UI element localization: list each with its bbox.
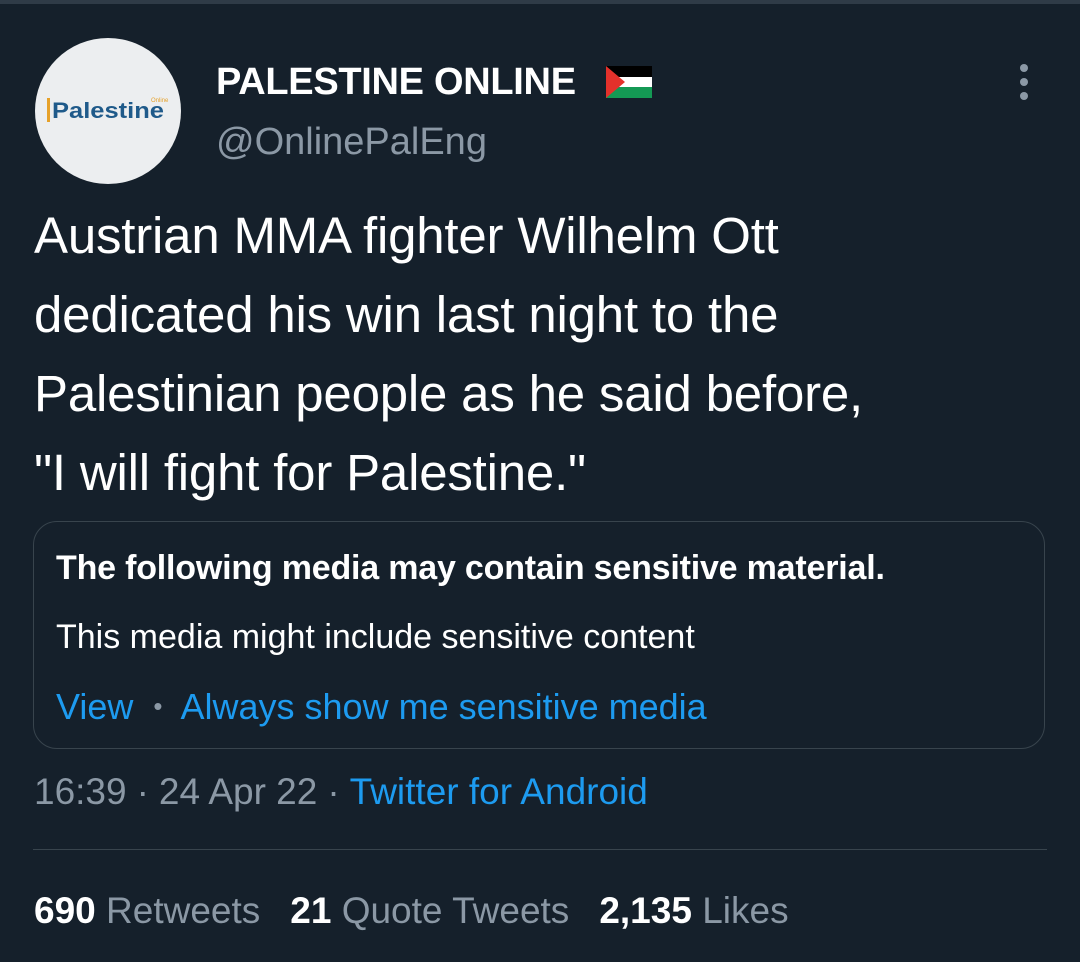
top-divider bbox=[0, 0, 1080, 4]
tweet-date[interactable]: 24 Apr 22 bbox=[159, 771, 317, 812]
likes-label: Likes bbox=[702, 890, 789, 931]
meta-separator: · bbox=[136, 771, 149, 812]
tweet-source-link[interactable]: Twitter for Android bbox=[350, 771, 648, 812]
more-icon-dot bbox=[1020, 78, 1028, 86]
sensitive-media-title: The following media may contain sensitiv… bbox=[56, 549, 885, 587]
author-display-name[interactable]: PALESTINE ONLINE bbox=[216, 60, 576, 104]
engagement-stats: 690 Retweets 21 Quote Tweets 2,135 Likes bbox=[34, 888, 819, 934]
tweet-time[interactable]: 16:39 bbox=[34, 771, 127, 812]
sensitive-media-actions: View • Always show me sensitive media bbox=[56, 685, 707, 728]
more-icon-dot bbox=[1020, 92, 1028, 100]
retweets-label: Retweets bbox=[106, 890, 261, 931]
avatar[interactable]: Online Palestine bbox=[35, 38, 181, 184]
palestine-online-logo: Online Palestine bbox=[47, 98, 169, 123]
quote-tweets-count: 21 bbox=[290, 890, 332, 931]
sensitive-media-description: This media might include sensitive conte… bbox=[56, 618, 695, 656]
more-options-button[interactable] bbox=[1006, 58, 1042, 106]
sensitive-media-card: The following media may contain sensitiv… bbox=[33, 521, 1045, 749]
tweet-meta: 16:39 · 24 Apr 22 · Twitter for Android bbox=[34, 770, 648, 814]
retweets-stat[interactable]: 690 Retweets bbox=[34, 888, 260, 934]
view-media-link[interactable]: View bbox=[56, 686, 133, 727]
quote-tweets-label: Quote Tweets bbox=[341, 890, 570, 931]
stats-divider bbox=[33, 849, 1047, 850]
palestine-flag-icon bbox=[606, 66, 652, 98]
quote-tweets-stat[interactable]: 21 Quote Tweets bbox=[290, 888, 569, 934]
meta-separator: · bbox=[327, 771, 340, 812]
tweet-text: Austrian MMA fighter Wilhelm Ott dedicat… bbox=[34, 207, 864, 501]
always-show-sensitive-link[interactable]: Always show me sensitive media bbox=[181, 686, 707, 727]
likes-stat[interactable]: 2,135 Likes bbox=[599, 888, 788, 934]
retweets-count: 690 bbox=[34, 890, 96, 931]
likes-count: 2,135 bbox=[599, 890, 692, 931]
author-handle[interactable]: @OnlinePalEng bbox=[216, 120, 487, 164]
more-icon bbox=[1020, 64, 1028, 72]
avatar-logo-text: Palestine bbox=[52, 98, 164, 123]
separator-dot: • bbox=[153, 691, 163, 721]
